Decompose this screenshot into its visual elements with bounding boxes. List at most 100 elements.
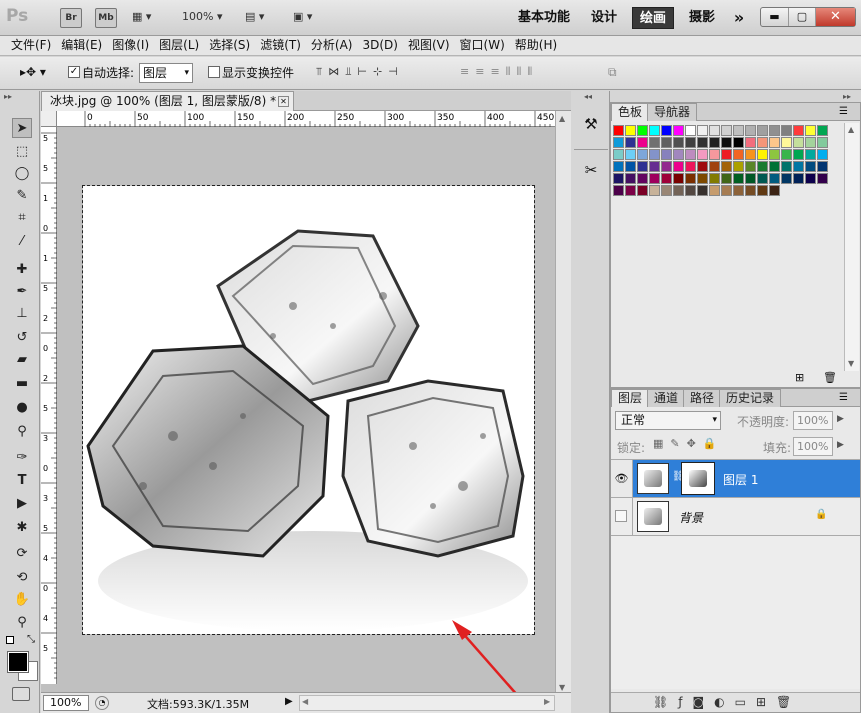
distribute-bottom-icon[interactable]: ≡ [490,65,505,78]
lock-position-icon[interactable]: ✥ [687,437,703,450]
color-swatch[interactable] [697,161,708,172]
delete-layer-icon[interactable]: 🗑 [776,695,801,709]
color-swatch[interactable] [613,161,624,172]
visibility-eye-icon[interactable]: 👁 [611,460,633,497]
auto-select-dropdown[interactable]: 图层 ▾ [139,63,193,83]
clone-source-icon[interactable]: ✂ [580,161,602,183]
align-right-icon[interactable]: ⊣ [388,65,404,78]
link-layers-icon[interactable]: ⛓ [653,695,678,709]
color-swatch[interactable] [697,173,708,184]
color-swatch[interactable] [817,137,828,148]
scroll-down-icon[interactable]: ▼ [848,359,854,368]
workspace-photography[interactable]: 摄影 [684,7,720,29]
tab-paths[interactable]: 路径 [683,389,722,407]
color-swatch[interactable] [805,173,816,184]
color-swatch[interactable] [613,185,624,196]
quick-selection-tool-icon[interactable]: ✎ [12,185,32,205]
crop-tool-icon[interactable]: ⌗ [12,207,32,227]
layer-style-icon[interactable]: ƒ [678,695,692,709]
swap-colors-icon[interactable]: ⤡ [27,634,35,645]
dodge-tool-icon[interactable]: ⚲ [12,421,32,441]
workspace-painting[interactable]: 绘画 [632,7,674,29]
color-swatch[interactable] [769,173,780,184]
history-brush-tool-icon[interactable]: ↺ [12,327,32,347]
color-swatch[interactable] [769,149,780,160]
lock-all-icon[interactable]: 🔒 [703,437,724,450]
eraser-tool-icon[interactable]: ▰ [12,349,32,369]
image-canvas[interactable] [82,185,535,635]
color-swatch[interactable] [817,173,828,184]
shape-tool-icon[interactable]: ✱ [12,517,32,537]
scroll-right-icon[interactable]: ▶ [544,697,550,706]
eyedropper-tool-icon[interactable]: ⁄ [12,231,32,251]
swatches-scrollbar[interactable]: ▲ ▼ [844,123,859,371]
menu-image[interactable]: 图像(I) [107,36,154,55]
color-swatch[interactable] [709,125,720,136]
color-swatch[interactable] [793,125,804,136]
workspace-design[interactable]: 设计 [586,7,622,29]
color-swatch[interactable] [613,137,624,148]
color-swatch[interactable] [817,161,828,172]
scroll-up-icon[interactable]: ▲ [559,114,565,123]
menu-filter[interactable]: 滤镜(T) [255,36,306,55]
align-bottom-icon[interactable]: ⫫ [345,65,357,78]
layers-menu-icon[interactable]: ☰ [839,392,848,403]
color-swatch[interactable] [733,173,744,184]
lasso-tool-icon[interactable]: ◯ [12,163,32,183]
color-swatch[interactable] [661,137,672,148]
restore-icon[interactable]: ▢ [788,8,815,26]
more-workspaces-icon[interactable]: » [728,7,750,29]
default-colors-icon[interactable] [6,636,14,644]
menu-file[interactable]: 文件(F) [6,36,56,55]
color-swatch[interactable] [805,125,816,136]
color-swatch[interactable] [757,149,768,160]
color-swatch[interactable] [613,149,624,160]
color-swatch[interactable] [637,125,648,136]
color-swatch[interactable] [637,173,648,184]
distribute-right-icon[interactable]: ⦀ [527,65,538,78]
color-swatch[interactable] [781,137,792,148]
color-swatch[interactable] [733,185,744,196]
color-swatch[interactable] [769,137,780,148]
screen-mode-icon[interactable]: ▣ ▾ [293,10,323,26]
distribute-left-icon[interactable]: ⦀ [506,65,517,78]
menu-view[interactable]: 视图(V) [403,36,455,55]
mini-bridge-button[interactable]: Mb [95,8,117,28]
color-swatch[interactable] [721,173,732,184]
color-swatch[interactable] [613,125,624,136]
color-swatch[interactable] [721,149,732,160]
color-swatch[interactable] [745,161,756,172]
3d-orbit-tool-icon[interactable]: ⟲ [12,567,32,587]
color-swatch[interactable] [649,125,660,136]
auto-align-icon[interactable]: ⧉ [608,65,617,80]
quick-mask-icon[interactable] [12,687,30,701]
color-swatch[interactable] [757,185,768,196]
color-swatch[interactable] [757,137,768,148]
auto-select-checkbox[interactable]: ✓ [68,66,80,78]
color-swatch[interactable] [673,137,684,148]
color-swatch[interactable] [613,173,624,184]
color-swatch[interactable] [793,173,804,184]
opacity-field[interactable]: 100% [793,411,833,430]
color-swatch[interactable] [697,185,708,196]
color-swatch[interactable] [673,149,684,160]
add-mask-icon[interactable]: ◙ [692,695,714,709]
color-swatch[interactable] [637,161,648,172]
path-selection-tool-icon[interactable]: ▶ [12,493,32,513]
workspace-essentials[interactable]: 基本功能 [512,7,576,29]
panels-collapse-icon[interactable]: ▸▸ [843,92,851,101]
color-swatch[interactable] [745,173,756,184]
color-swatch[interactable] [733,125,744,136]
swatches-menu-icon[interactable]: ☰ [839,106,848,117]
align-hcenter-icon[interactable]: ⊹ [373,65,388,78]
extras-icon[interactable]: ▦ ▾ [132,10,164,26]
color-swatch[interactable] [709,185,720,196]
color-swatch[interactable] [649,185,660,196]
color-swatch[interactable] [625,149,636,160]
color-swatch[interactable] [661,185,672,196]
tab-swatches[interactable]: 色板 [611,103,650,121]
color-swatch[interactable] [697,137,708,148]
color-swatch[interactable] [625,137,636,148]
color-swatch[interactable] [709,149,720,160]
color-swatch[interactable] [709,137,720,148]
